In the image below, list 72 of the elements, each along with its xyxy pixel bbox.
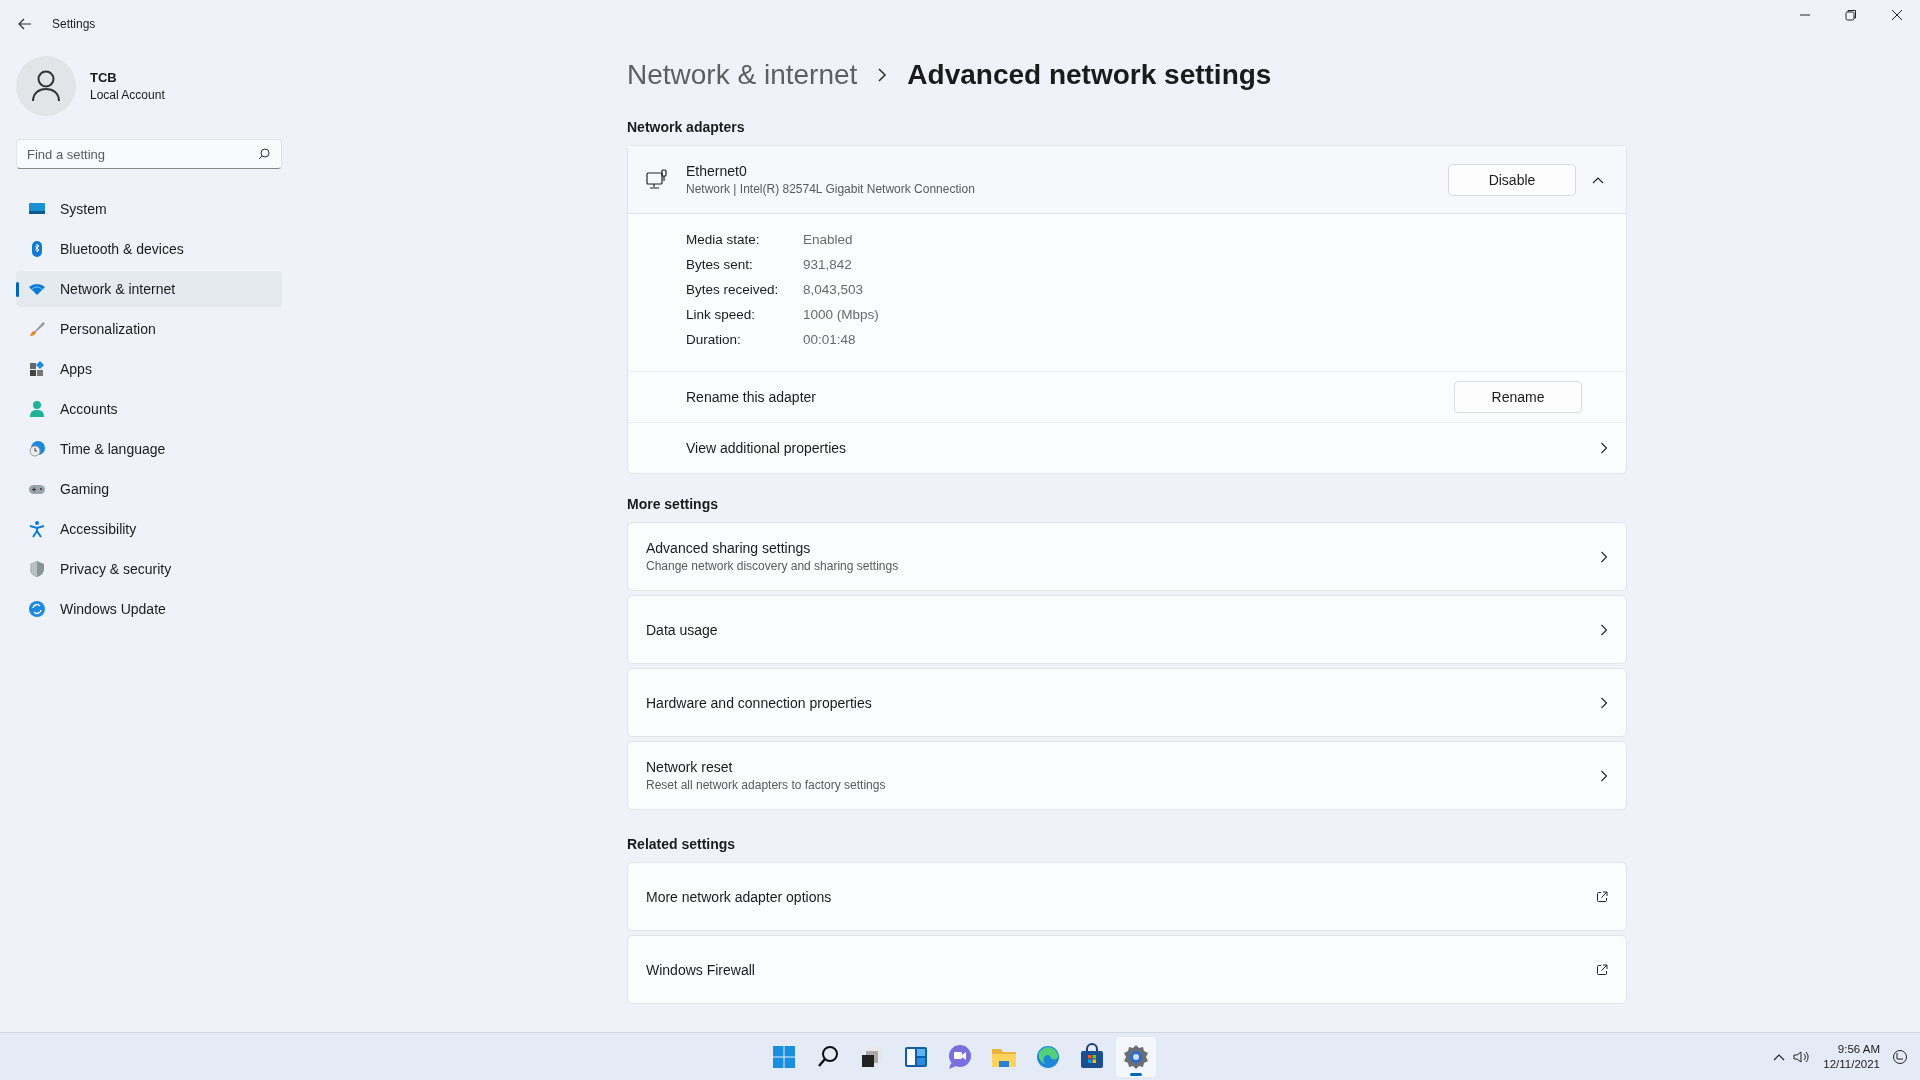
nav-item[interactable]: Windows Update: [16, 591, 282, 627]
person-icon: [31, 70, 61, 102]
setting-label: Rename this adapter: [686, 389, 817, 405]
setting-link[interactable]: View additional properties: [628, 423, 1626, 473]
property-label: Bytes sent:: [686, 257, 754, 272]
external-link-icon: [1596, 963, 1608, 976]
back-icon[interactable]: [18, 18, 32, 30]
chevron-right-icon: [1600, 550, 1608, 563]
store-icon: [1078, 1042, 1106, 1071]
chevron-right-icon: [1600, 769, 1608, 782]
page-title: Advanced network settings: [907, 59, 1272, 91]
chevron-up-icon[interactable]: [1592, 175, 1604, 184]
breadcrumb-link[interactable]: Network & internet: [627, 59, 858, 91]
nav-item[interactable]: Bluetooth & devices: [16, 231, 282, 267]
chevron-right-icon: [877, 68, 888, 82]
gear-icon: [1122, 1042, 1150, 1071]
notification-icon[interactable]: [1892, 1048, 1908, 1065]
apps-icon: [28, 360, 46, 378]
search-field[interactable]: Find a setting: [16, 139, 282, 169]
selection-indicator: [16, 282, 19, 297]
chevron-right-icon: [1600, 442, 1608, 454]
account-type: Local Account: [90, 88, 165, 102]
rename-button[interactable]: Rename: [1454, 381, 1582, 413]
setting-card[interactable]: Network reset Reset all network adapters to factory settings: [627, 741, 1627, 810]
property-label: Link speed:: [686, 307, 757, 322]
section-heading: Related settings: [627, 836, 737, 852]
property-value: 1000 (Mbps): [803, 307, 879, 322]
nav-item[interactable]: Time & language: [16, 431, 282, 467]
nav-item[interactable]: Accounts: [16, 391, 282, 427]
adapter-name: Ethernet0: [686, 163, 748, 179]
update-icon: [28, 600, 46, 618]
monitor-icon: [646, 168, 668, 191]
person-icon: [28, 400, 46, 418]
property-value: 8,043,503: [803, 282, 865, 297]
chevron-right-icon: [1600, 623, 1608, 636]
nav-item[interactable]: Network & internet: [16, 271, 282, 307]
setting-card[interactable]: Windows Firewall: [627, 935, 1627, 1004]
setting-card[interactable]: Advanced sharing settings Change network discovery and sharing settings: [627, 522, 1627, 591]
property-label: Bytes received:: [686, 282, 780, 297]
nav-item[interactable]: Privacy & security: [16, 551, 282, 587]
clock-time[interactable]: 9:56 AM: [1823, 1041, 1880, 1057]
paintbrush-icon: [28, 320, 46, 338]
window-title: Settings: [52, 17, 96, 31]
running-indicator: [1130, 1072, 1142, 1076]
nav-item[interactable]: Accessibility: [16, 511, 282, 547]
setting-card[interactable]: More network adapter options: [627, 862, 1627, 931]
section-heading: More settings: [627, 496, 719, 512]
property-label: Media state:: [686, 232, 761, 247]
accessibility-icon: [28, 520, 46, 538]
clock-globe-icon: [28, 440, 46, 458]
adapter-header[interactable]: Ethernet0 Network | Intel(R) 82574L Gigabit Network Connection Disable: [628, 146, 1626, 214]
external-link-icon: [1596, 890, 1608, 903]
adapter-description: Network | Intel(R) 82574L Gigabit Network Connection: [686, 182, 976, 196]
disable-button[interactable]: Disable: [1448, 163, 1576, 196]
property-label: Duration:: [686, 332, 742, 347]
shield-icon: [28, 560, 46, 578]
setting-card[interactable]: Hardware and connection properties: [627, 668, 1627, 737]
property-value: 931,842: [803, 257, 853, 272]
section-heading: Network adapters: [627, 119, 746, 135]
clock-date[interactable]: 12/11/2021: [1823, 1056, 1880, 1072]
chevron-right-icon: [1600, 696, 1608, 709]
setting-card[interactable]: Data usage: [627, 595, 1627, 664]
property-value: Enabled: [803, 232, 854, 247]
account-name: TCB: [90, 70, 118, 85]
property-value: 00:01:48: [803, 332, 857, 347]
nav-item[interactable]: System: [16, 191, 282, 227]
nav-item[interactable]: Personalization: [16, 311, 282, 347]
search-icon[interactable]: [258, 148, 270, 160]
nav-item[interactable]: Gaming: [16, 471, 282, 507]
speaker-icon[interactable]: [1793, 1049, 1812, 1064]
chat-icon: [946, 1042, 974, 1071]
nav-item[interactable]: Apps: [16, 351, 282, 387]
